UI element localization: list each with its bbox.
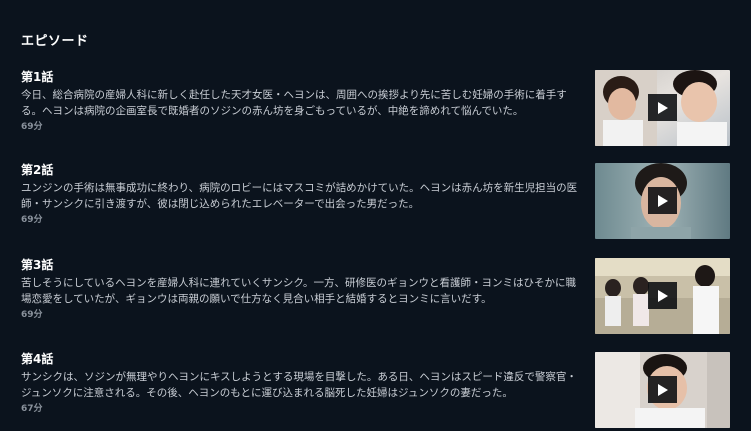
episode-description: ユンジンの手術は無事成功に終わり、病院のロビーにはマスコミが詰めかけていた。ヘヨ… (21, 182, 578, 210)
episode-thumbnail[interactable] (595, 163, 730, 239)
episode-info: 第3話 苦しそうにしているヘヨンを産婦人科に連れていくサンシク。一方、研修医のギ… (21, 257, 583, 322)
episode-info: 第2話 ユンジンの手術は無事成功に終わり、病院のロビーにはマスコミが詰めかけてい… (21, 162, 583, 227)
episode-description: サンシクは、ソジンが無理やりヘヨンにキスしようとする現場を目撃した。ある日、ヘヨ… (21, 371, 577, 399)
episode-title: 第4話 (21, 352, 54, 366)
episode-title: 第1話 (21, 70, 54, 84)
episode-thumbnail[interactable] (595, 258, 730, 334)
episode-duration: 69分 (21, 310, 43, 320)
play-icon (657, 289, 668, 302)
episode-duration: 67分 (21, 404, 43, 414)
episode-item-4[interactable]: 第4話 サンシクは、ソジンが無理やりヘヨンにキスしようとする現場を目撃した。ある… (0, 351, 751, 431)
section-title: エピソード (21, 34, 89, 49)
play-button[interactable] (648, 282, 677, 309)
episode-description: 苦しそうにしているヘヨンを産婦人科に連れていくサンシク。一方、研修医のギョンウと… (21, 277, 577, 305)
episode-item-1[interactable]: 第1話 今日、総合病院の産婦人科に新しく赴任した天才女医・ヘヨンは、周囲への挨拶… (0, 69, 751, 149)
play-button[interactable] (648, 187, 677, 214)
play-button[interactable] (648, 376, 677, 403)
episode-item-2[interactable]: 第2話 ユンジンの手術は無事成功に終わり、病院のロビーにはマスコミが詰めかけてい… (0, 162, 751, 242)
episode-duration: 69分 (21, 215, 43, 225)
play-icon (657, 194, 668, 207)
episode-thumbnail[interactable] (595, 70, 730, 146)
episode-info: 第1話 今日、総合病院の産婦人科に新しく赴任した天才女医・ヘヨンは、周囲への挨拶… (21, 69, 583, 134)
episode-description: 今日、総合病院の産婦人科に新しく赴任した天才女医・ヘヨンは、周囲への挨拶より先に… (21, 89, 567, 117)
episode-item-3[interactable]: 第3話 苦しそうにしているヘヨンを産婦人科に連れていくサンシク。一方、研修医のギ… (0, 257, 751, 337)
episode-title: 第3話 (21, 258, 54, 272)
episode-thumbnail[interactable] (595, 352, 730, 428)
play-button[interactable] (648, 94, 677, 121)
episode-duration: 69分 (21, 122, 43, 132)
episode-info: 第4話 サンシクは、ソジンが無理やりヘヨンにキスしようとする現場を目撃した。ある… (21, 351, 583, 416)
play-icon (657, 101, 668, 114)
play-icon (657, 383, 668, 396)
episode-title: 第2話 (21, 163, 54, 177)
